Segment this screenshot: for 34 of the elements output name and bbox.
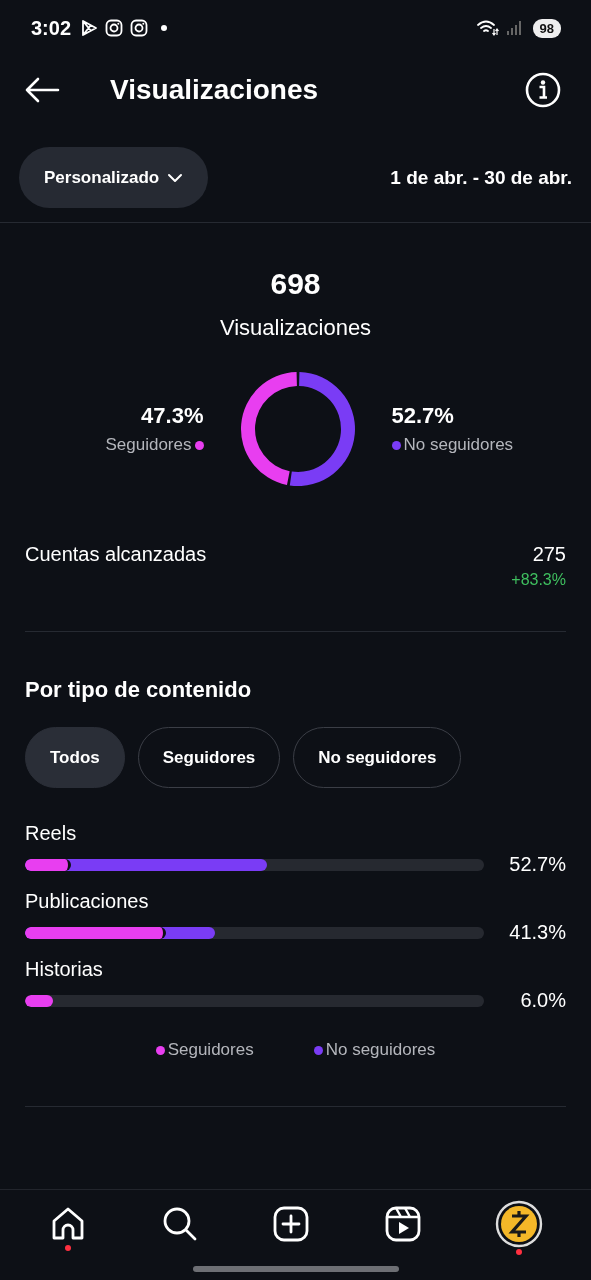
views-label: Visualizaciones bbox=[219, 315, 372, 341]
legend-label: No seguidores bbox=[403, 435, 514, 455]
play-store-icon bbox=[80, 19, 99, 37]
section-title: Por tipo de contenido bbox=[25, 677, 253, 703]
share-percent: 41.3% bbox=[508, 921, 566, 944]
followers-percent: 47.3% bbox=[141, 403, 204, 429]
chevron-down-icon bbox=[168, 173, 183, 182]
views-total: 698 bbox=[270, 267, 321, 301]
notification-dot-icon bbox=[161, 25, 168, 31]
wifi-icon bbox=[476, 20, 499, 36]
reach-value: 275 bbox=[532, 543, 566, 566]
page-title: Visualizaciones bbox=[110, 74, 319, 106]
profile-tab[interactable] bbox=[495, 1199, 544, 1248]
period-dropdown[interactable]: Personalizado bbox=[19, 147, 209, 208]
share-percent: 52.7% bbox=[508, 853, 566, 876]
non-followers-percent: 52.7% bbox=[391, 403, 454, 429]
legend-label: Seguidores bbox=[167, 1040, 254, 1060]
date-range: 1 de abr. - 30 de abr. bbox=[390, 166, 572, 189]
info-button[interactable] bbox=[525, 72, 561, 108]
status-time: 3:02 bbox=[31, 16, 72, 40]
legend-label: No seguidores bbox=[325, 1040, 436, 1060]
reach-change: +83.3% bbox=[511, 571, 566, 589]
filter-chip[interactable]: Todos bbox=[25, 727, 125, 788]
reach-label: Cuentas alcanzadas bbox=[25, 543, 207, 566]
battery-level: 98 bbox=[532, 18, 561, 38]
camera-icon bbox=[130, 19, 149, 37]
camera-icon bbox=[105, 19, 124, 37]
share-percent: 6.0% bbox=[519, 989, 566, 1012]
signal-icon bbox=[505, 20, 522, 36]
legend-label: Seguidores bbox=[105, 435, 192, 455]
content-type-label: Publicaciones bbox=[25, 890, 150, 913]
back-button[interactable] bbox=[24, 77, 60, 103]
content-type-label: Historias bbox=[25, 958, 104, 981]
content-type-label: Reels bbox=[25, 822, 78, 845]
